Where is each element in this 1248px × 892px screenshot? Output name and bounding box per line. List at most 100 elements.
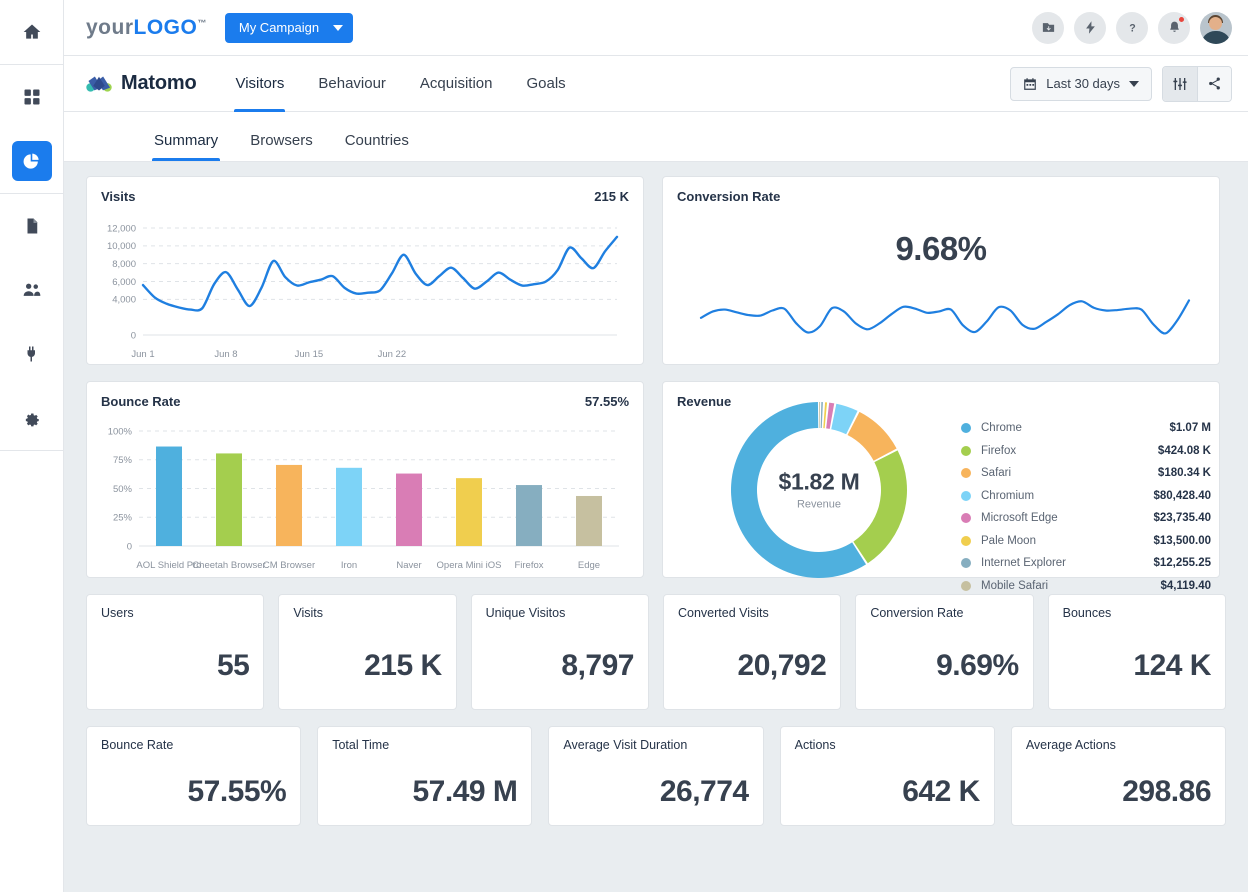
legend-label: Firefox bbox=[981, 445, 1016, 457]
tab-browsers[interactable]: Browsers bbox=[234, 132, 329, 161]
bounce-chart: 025%50%75%100%AOL Shield ProCheetah Brow… bbox=[87, 409, 643, 577]
kpi-card[interactable]: Visits215 K bbox=[278, 594, 456, 710]
conversion-panel-header: Conversion Rate bbox=[663, 177, 1219, 204]
legend-value: $4,119.40 bbox=[1160, 580, 1211, 592]
segment-sliders-button[interactable] bbox=[1163, 67, 1197, 101]
avatar[interactable] bbox=[1200, 12, 1232, 44]
sliders-icon bbox=[1172, 76, 1188, 92]
bounce-panel-title: Bounce Rate bbox=[101, 394, 180, 409]
kpi-value: 642 K bbox=[902, 775, 980, 809]
sidebar-item-grid[interactable] bbox=[12, 77, 52, 117]
charts-row-1: Visits 215 K 04,0006,0008,00010,00012,00… bbox=[86, 176, 1226, 365]
nav-tab-behaviour[interactable]: Behaviour bbox=[301, 56, 403, 112]
legend-row[interactable]: Pale Moon$13,500.00 bbox=[961, 530, 1211, 553]
sidebar-group-main bbox=[0, 65, 63, 193]
donut-slice[interactable] bbox=[819, 402, 820, 428]
conversion-chart: 9.68% bbox=[663, 204, 1219, 364]
legend-row[interactable]: Chromium $80,428.40 bbox=[961, 485, 1211, 508]
sidebar-item-analytics[interactable] bbox=[12, 141, 52, 181]
legend-value: $1.07 M bbox=[1169, 422, 1211, 434]
campaign-selector-button[interactable]: My Campaign bbox=[225, 13, 353, 43]
kpi-card[interactable]: Unique Visitos8,797 bbox=[471, 594, 649, 710]
visits-panel: Visits 215 K 04,0006,0008,00010,00012,00… bbox=[86, 176, 644, 365]
main-column: yourLOGO™ My Campaign ? bbox=[64, 0, 1248, 892]
kpi-card[interactable]: Users55 bbox=[86, 594, 264, 710]
nav-tab-goals[interactable]: Goals bbox=[509, 56, 582, 112]
kpi-card[interactable]: Actions642 K bbox=[780, 726, 995, 826]
dashboard-canvas: Visits 215 K 04,0006,0008,00010,00012,00… bbox=[64, 162, 1248, 892]
date-range-label: Last 30 days bbox=[1046, 76, 1120, 91]
chevron-down-icon bbox=[1129, 81, 1139, 87]
legend-label: Microsoft Edge bbox=[981, 512, 1058, 524]
sidebar-item-plugins[interactable] bbox=[12, 334, 52, 374]
legend-color-dot bbox=[961, 581, 971, 591]
tab-summary[interactable]: Summary bbox=[138, 132, 234, 161]
legend-label: Chromium bbox=[981, 490, 1034, 502]
svg-text:0: 0 bbox=[131, 330, 136, 341]
donut-slice[interactable] bbox=[823, 402, 827, 428]
sidebar-divider-3 bbox=[0, 450, 63, 451]
kpi-card[interactable]: Converted Visits20,792 bbox=[663, 594, 841, 710]
conversion-big-value: 9.68% bbox=[663, 230, 1219, 268]
kpi-card[interactable]: Average Visit Duration26,774 bbox=[548, 726, 763, 826]
nav-tab-visitors[interactable]: Visitors bbox=[218, 56, 301, 112]
kpi-value: 124 K bbox=[1133, 649, 1211, 683]
kpi-label: Bounce Rate bbox=[101, 738, 286, 752]
notification-badge bbox=[1178, 16, 1185, 23]
visits-panel-title: Visits bbox=[101, 189, 135, 204]
svg-text:Iron: Iron bbox=[341, 560, 357, 571]
legend-value: $80,428.40 bbox=[1153, 490, 1211, 502]
sidebar-item-users[interactable] bbox=[12, 270, 52, 310]
kpi-card[interactable]: Average Actions298.86 bbox=[1011, 726, 1226, 826]
legend-row[interactable]: Safari$180.34 K bbox=[961, 462, 1211, 485]
kpi-card[interactable]: Bounce Rate57.55% bbox=[86, 726, 301, 826]
left-sidebar bbox=[0, 0, 64, 892]
kpi-value: 298.86 bbox=[1122, 775, 1211, 809]
svg-text:?: ? bbox=[1129, 22, 1135, 34]
legend-value: $180.34 K bbox=[1158, 467, 1211, 479]
legend-row[interactable]: Chrome$1.07 M bbox=[961, 417, 1211, 440]
kpi-label: Bounces bbox=[1063, 606, 1211, 620]
archive-download-icon-button[interactable] bbox=[1032, 12, 1064, 44]
donut-slice[interactable] bbox=[848, 412, 897, 461]
app-root: yourLOGO™ My Campaign ? bbox=[0, 0, 1248, 892]
date-range-picker[interactable]: Last 30 days bbox=[1010, 67, 1152, 101]
kpi-value: 26,774 bbox=[660, 775, 749, 809]
svg-text:100%: 100% bbox=[108, 426, 133, 437]
sidebar-item-documents[interactable] bbox=[12, 206, 52, 246]
lightning-icon-button[interactable] bbox=[1074, 12, 1106, 44]
calendar-icon bbox=[1023, 77, 1037, 91]
bell-icon-button[interactable] bbox=[1158, 12, 1190, 44]
donut-slice[interactable] bbox=[853, 450, 907, 563]
view-controls-group bbox=[1162, 66, 1232, 102]
nav-tab-acquisition[interactable]: Acquisition bbox=[403, 56, 510, 112]
legend-row[interactable]: Microsoft Edge$23,735.40 bbox=[961, 507, 1211, 530]
legend-label: Mobile Safari bbox=[981, 580, 1048, 592]
svg-text:Jun 22: Jun 22 bbox=[378, 349, 407, 360]
sidebar-item-settings[interactable] bbox=[12, 398, 52, 438]
brand-logo: yourLOGO™ bbox=[86, 16, 207, 40]
avatar-head bbox=[1209, 17, 1222, 30]
kpi-card[interactable]: Conversion Rate9.69% bbox=[855, 594, 1033, 710]
kpi-value: 57.49 M bbox=[413, 775, 518, 809]
kpi-label: Converted Visits bbox=[678, 606, 826, 620]
kpi-value: 8,797 bbox=[561, 649, 634, 683]
bounce-panel-header: Bounce Rate 57.55% bbox=[87, 382, 643, 409]
sidebar-item-home[interactable] bbox=[12, 12, 52, 52]
legend-color-dot bbox=[961, 468, 971, 478]
share-button[interactable] bbox=[1197, 67, 1231, 101]
kpi-card[interactable]: Total Time57.49 M bbox=[317, 726, 532, 826]
legend-row[interactable]: Firefox$424.08 K bbox=[961, 440, 1211, 463]
sidebar-group-home bbox=[0, 0, 63, 64]
visits-panel-kpi: 215 K bbox=[594, 189, 629, 204]
donut-slice[interactable] bbox=[821, 402, 823, 428]
svg-text:4,000: 4,000 bbox=[112, 295, 136, 306]
legend-label: Pale Moon bbox=[981, 535, 1036, 547]
svg-text:CM Browser: CM Browser bbox=[263, 560, 315, 571]
legend-row[interactable]: Internet Explorer$12,255.25 bbox=[961, 552, 1211, 575]
tab-countries[interactable]: Countries bbox=[329, 132, 425, 161]
legend-color-dot bbox=[961, 513, 971, 523]
kpi-card[interactable]: Bounces 124 K bbox=[1048, 594, 1226, 710]
svg-text:Firefox: Firefox bbox=[514, 560, 543, 571]
help-icon-button[interactable]: ? bbox=[1116, 12, 1148, 44]
